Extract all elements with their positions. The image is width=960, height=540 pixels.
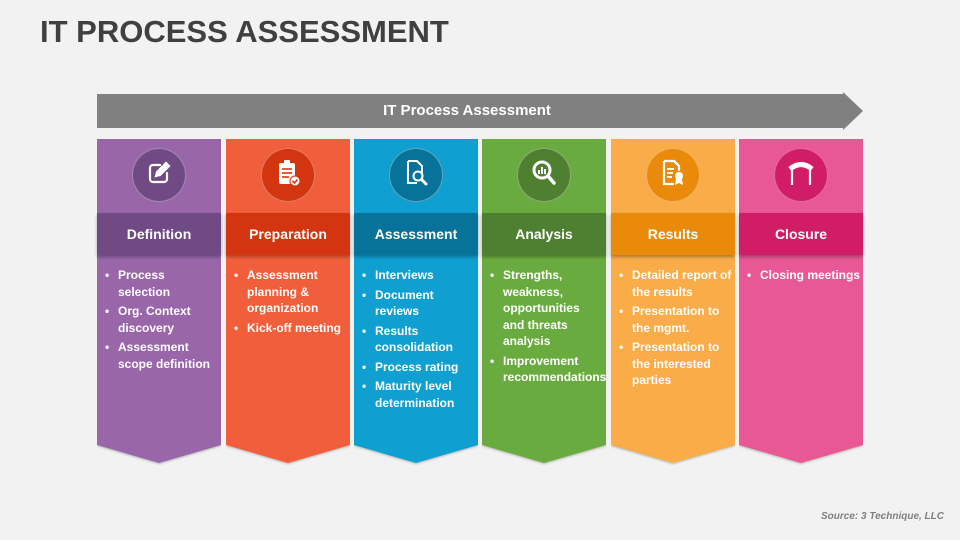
icon-circle <box>132 148 186 202</box>
stage-item: Process selection <box>103 267 219 300</box>
stage-item: Org. Context discovery <box>103 303 219 336</box>
stage-heading: Closure <box>739 213 863 255</box>
stage-heading: Preparation <box>226 213 350 255</box>
stage-heading: Analysis <box>482 213 606 255</box>
stage-item: Detailed report of the results <box>617 267 733 300</box>
certificate-document-icon <box>659 158 687 193</box>
stage-item: Strengths, weakness, opportunities and t… <box>488 267 604 350</box>
arrow-label: IT Process Assessment <box>383 102 551 119</box>
stage-items: Detailed report of the resultsPresentati… <box>617 267 733 392</box>
stage-item: Maturity level determination <box>360 378 476 411</box>
stage-heading: Definition <box>97 213 221 255</box>
stage-items: Assessment planning & organization Kick-o… <box>232 267 348 339</box>
stage-item: Process rating <box>360 359 476 376</box>
stage-card-closure: Closure Closing meetings <box>739 139 863 463</box>
finish-arch-icon <box>786 159 816 192</box>
icon-circle <box>517 148 571 202</box>
icon-circle <box>646 148 700 202</box>
stage-items: Strengths, weakness, opportunities and t… <box>488 267 606 389</box>
page-title: IT PROCESS ASSESSMENT <box>40 14 449 49</box>
stage-item: Interviews <box>360 267 476 284</box>
stage-card-definition: Definition Process selectionOrg. Context… <box>97 139 221 463</box>
magnifier-chart-icon <box>530 158 558 193</box>
stage-item: Document reviews <box>360 287 476 320</box>
stage-item: Presentation to the interested parties <box>617 339 733 389</box>
process-arrow: IT Process Assessment <box>97 92 863 130</box>
stage-card-assessment: Assessment Interviews Document reviewsRes… <box>354 139 478 463</box>
document-search-icon <box>402 158 430 193</box>
icon-circle <box>261 148 315 202</box>
stage-item: Assessment scope definition <box>103 339 219 372</box>
stage-item: Closing meetings <box>745 267 861 284</box>
clipboard-check-icon <box>274 158 302 193</box>
stage-items: Interviews Document reviewsResults consol… <box>360 267 476 414</box>
stage-heading: Results <box>611 213 735 255</box>
stage-item: Kick-off meeting <box>232 320 348 337</box>
stage-heading: Assessment <box>354 213 478 255</box>
stage-item: Results consolidation <box>360 323 476 356</box>
source-note: Source: 3 Technique, LLC <box>821 511 944 522</box>
stage-card-results: Results Detailed report of the resultsPr… <box>611 139 735 463</box>
stage-items: Process selectionOrg. Context discoveryA… <box>103 267 219 375</box>
stage-card-analysis: Analysis Strengths, weakness, opportunit… <box>482 139 606 463</box>
icon-circle <box>774 148 828 202</box>
stage-item: Improvement recommendations <box>488 353 606 386</box>
stage-items: Closing meetings <box>745 267 861 287</box>
stage-card-preparation: Preparation Assessment planning & organi… <box>226 139 350 463</box>
stage-item: Presentation to the mgmt. <box>617 303 733 336</box>
icon-circle <box>389 148 443 202</box>
edit-pencil-icon <box>145 159 173 192</box>
stage-item: Assessment planning & organization <box>232 267 348 317</box>
